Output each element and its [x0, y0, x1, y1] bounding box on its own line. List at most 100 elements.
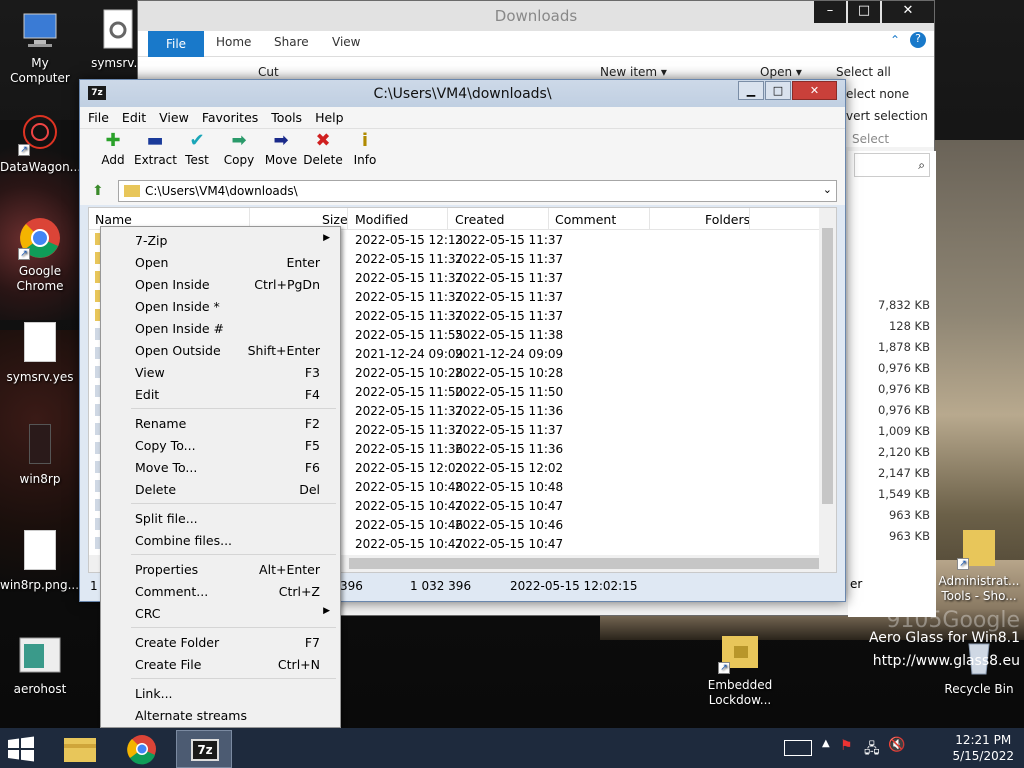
menu-item-open[interactable]: Open Enter: [101, 251, 340, 273]
menu-separator: [131, 554, 336, 555]
folder-icon: [64, 738, 96, 762]
menu-item-create-file[interactable]: Create File Ctrl+N: [101, 653, 340, 675]
clock[interactable]: 12:21 PM 5/15/2022: [952, 732, 1014, 764]
menu-item-open-outside[interactable]: Open Outside Shift+Enter: [101, 339, 340, 361]
menu-item-create-folder[interactable]: Create Folder F7: [101, 631, 340, 653]
chevron-down-icon[interactable]: ⌄: [823, 183, 832, 196]
minimize-button[interactable]: –: [814, 1, 846, 23]
vertical-scrollbar[interactable]: [819, 208, 836, 556]
keyboard-icon[interactable]: [784, 740, 812, 756]
desktop-icon-admin-tools[interactable]: ↗ Administrat... Tools - Sho...: [935, 526, 1023, 604]
toolbar-extract-button[interactable]: ▬ Extract: [134, 129, 177, 177]
toolbar-test-button[interactable]: ✔ Test: [176, 129, 218, 177]
menu-edit[interactable]: Edit: [122, 107, 146, 128]
menu-item-view[interactable]: View F3: [101, 361, 340, 383]
toolbar-info-button[interactable]: i Info: [344, 129, 386, 177]
network-icon[interactable]: 🖧: [864, 738, 880, 762]
scroll-thumb[interactable]: [349, 558, 819, 569]
menu-item-link[interactable]: Link...: [101, 682, 340, 704]
column-created[interactable]: Created: [455, 212, 504, 227]
select-all-button[interactable]: Select all: [836, 65, 891, 79]
modified-cell: 2022-05-15 11:37: [355, 404, 464, 418]
desktop-icon-embedded-lockdown[interactable]: ↗ Embedded Lockdow...: [700, 630, 780, 708]
minimize-button[interactable]: ▁: [738, 81, 764, 100]
explorer-size-column: 7,832 KB 128 KB 1,878 KB 0,976 KB 0,976 …: [850, 295, 930, 547]
modified-cell: 2022-05-15 11:36: [355, 442, 464, 456]
help-icon[interactable]: ?: [910, 32, 926, 48]
folder-up-icon[interactable]: ⬆: [92, 183, 104, 199]
tab-view[interactable]: View: [332, 35, 360, 49]
taskbar-chrome[interactable]: [114, 730, 170, 768]
maximize-button[interactable]: □: [848, 1, 880, 23]
menu-file[interactable]: File: [88, 107, 109, 128]
menu-help[interactable]: Help: [315, 107, 344, 128]
select-none-button[interactable]: elect none: [846, 87, 909, 101]
column-modified[interactable]: Modified: [355, 212, 408, 227]
column-size[interactable]: Size: [322, 212, 348, 227]
chevron-up-icon[interactable]: ▲: [822, 738, 830, 749]
menu-item-combine-files[interactable]: Combine files...: [101, 529, 340, 551]
menu-item-7-zip[interactable]: 7-Zip ▶: [101, 229, 340, 251]
menu-item-rename[interactable]: Rename F2: [101, 412, 340, 434]
close-button[interactable]: ✕: [792, 81, 837, 100]
menu-favorites[interactable]: Favorites: [202, 107, 258, 128]
menu-item-crc[interactable]: CRC ▶: [101, 602, 340, 624]
tab-file[interactable]: File: [148, 31, 204, 57]
open-button[interactable]: Open ▾: [760, 65, 802, 79]
menu-item-open-inside[interactable]: Open Inside *: [101, 295, 340, 317]
created-cell: 2022-05-15 10:46: [455, 518, 564, 532]
desktop-icon-google-chrome[interactable]: ↗ Google Chrome: [0, 216, 80, 294]
close-button[interactable]: ✕: [882, 1, 934, 23]
menu-item-open-inside[interactable]: Open Inside #: [101, 317, 340, 339]
column-comment[interactable]: Comment: [555, 212, 616, 227]
taskbar-7zip[interactable]: 7z: [176, 730, 232, 768]
toolbar-add-button[interactable]: ✚ Add: [92, 129, 134, 177]
info-icon: i: [361, 130, 369, 151]
menu-view[interactable]: View: [159, 107, 189, 128]
watermark-line1: Aero Glass for Win8.1: [868, 630, 1020, 646]
scroll-thumb[interactable]: [822, 228, 833, 504]
invert-selection-button[interactable]: vert selection: [846, 109, 928, 123]
created-cell: 2022-05-15 10:47: [455, 537, 564, 551]
maximize-button[interactable]: □: [765, 81, 791, 100]
menu-item-delete[interactable]: Delete Del: [101, 478, 340, 500]
desktop-icon-win8rp-png[interactable]: win8rp.png....: [0, 530, 83, 593]
column-name[interactable]: Name: [95, 212, 132, 227]
size-cell: 0,976 KB: [877, 382, 930, 396]
menu-item-properties[interactable]: Properties Alt+Enter: [101, 558, 340, 580]
desktop-icon-aerohost[interactable]: aerohost: [0, 634, 80, 697]
toolbar-move-button[interactable]: ➡ Move: [260, 129, 302, 177]
toolbar-copy-button[interactable]: ➡ Copy: [218, 129, 260, 177]
menu-item-split-file[interactable]: Split file...: [101, 507, 340, 529]
menu-tools[interactable]: Tools: [271, 107, 302, 128]
datawagon-icon: ↗: [18, 112, 62, 156]
start-button[interactable]: [6, 736, 36, 762]
action-center-flag-icon[interactable]: ⚑: [840, 738, 853, 754]
cut-button[interactable]: Cut: [258, 65, 279, 79]
menu-item-comment[interactable]: Comment... Ctrl+Z: [101, 580, 340, 602]
taskbar-file-explorer[interactable]: [52, 730, 108, 768]
search-icon[interactable]: ⌕: [854, 153, 930, 177]
tab-share[interactable]: Share: [274, 35, 309, 49]
desktop-icon-symsrv-yes[interactable]: symsrv.yes: [0, 322, 80, 385]
check-icon: ✔: [189, 130, 205, 151]
menu-item-alternate-streams[interactable]: Alternate streams: [101, 704, 340, 726]
7zip-titlebar[interactable]: 7z C:\Users\VM4\downloads\ ▁ □ ✕: [80, 80, 845, 107]
size-cell: 1,878 KB: [877, 340, 930, 354]
menu-item-move-to[interactable]: Move To... F6: [101, 456, 340, 478]
tab-home[interactable]: Home: [216, 35, 251, 49]
menu-item-edit[interactable]: Edit F4: [101, 383, 340, 405]
desktop-icon-my-computer[interactable]: My Computer: [0, 8, 80, 86]
menu-item-open-inside[interactable]: Open Inside Ctrl+PgDn: [101, 273, 340, 295]
desktop-icon-datawagon[interactable]: ↗ DataWagon...: [0, 112, 81, 175]
created-cell: 2022-05-15 11:37: [455, 290, 564, 304]
column-folders[interactable]: Folders: [705, 212, 750, 227]
toolbar-delete-button[interactable]: ✖ Delete: [302, 129, 344, 177]
address-input[interactable]: C:\Users\VM4\downloads\ ⌄: [118, 180, 837, 202]
menu-item-copy-to[interactable]: Copy To... F5: [101, 434, 340, 456]
volume-muted-icon[interactable]: 🔇: [888, 737, 905, 753]
chevron-up-icon[interactable]: ⌃: [890, 33, 900, 47]
explorer-titlebar[interactable]: Downloads – □ ✕: [138, 1, 934, 31]
new-item-button[interactable]: New item ▾: [600, 65, 667, 79]
desktop-icon-win8rp[interactable]: win8rp: [0, 424, 80, 487]
